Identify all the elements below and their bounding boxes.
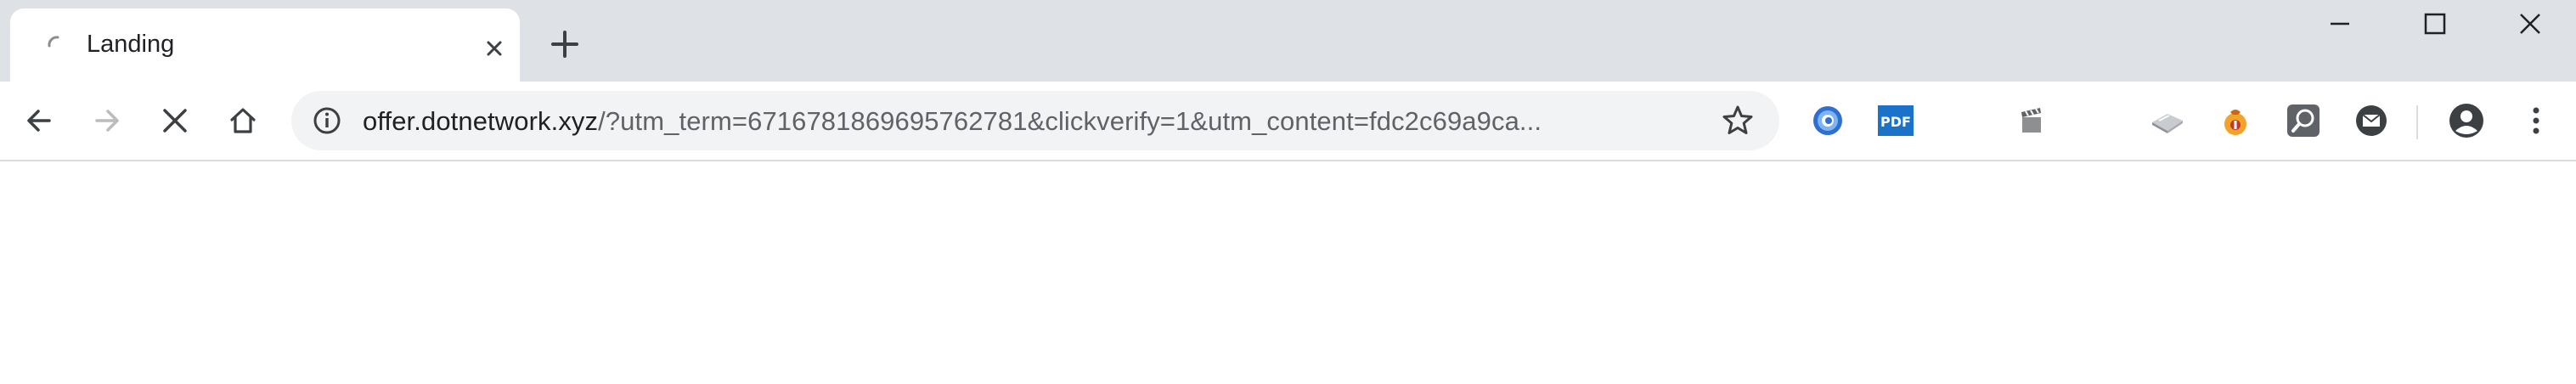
back-button[interactable] bbox=[17, 99, 61, 143]
minimize-icon bbox=[2331, 22, 2349, 25]
profile-button[interactable] bbox=[2444, 99, 2489, 143]
new-tab-button[interactable] bbox=[548, 27, 582, 61]
url-host: offer.dotnetwork.xyz bbox=[363, 106, 599, 136]
home-button[interactable] bbox=[221, 99, 265, 143]
close-tab-icon[interactable] bbox=[480, 34, 509, 63]
bookmark-star-icon[interactable] bbox=[1720, 103, 1756, 138]
account-icon bbox=[2449, 104, 2483, 138]
url-path: /?utm_term=6716781869695762781&clickveri… bbox=[598, 106, 1542, 136]
card-icon bbox=[2152, 114, 2183, 133]
pdf-icon: PDF bbox=[1878, 105, 1914, 136]
active-tab[interactable]: Landing bbox=[10, 8, 520, 82]
globe-extension-icon[interactable] bbox=[1809, 102, 1846, 139]
maximize-icon bbox=[2424, 13, 2446, 35]
home-icon bbox=[230, 108, 256, 133]
info-icon[interactable] bbox=[312, 105, 342, 136]
loading-spinner-icon bbox=[48, 36, 59, 48]
clapperboard-extension-icon[interactable] bbox=[2013, 102, 2050, 139]
minimize-button[interactable] bbox=[2293, 0, 2387, 48]
mail-icon bbox=[2356, 105, 2387, 136]
pdf-extension-icon[interactable]: PDF bbox=[1877, 102, 1914, 139]
toolbar-separator bbox=[2416, 105, 2418, 139]
address-bar[interactable]: offer.dotnetwork.xyz/?utm_term=671678186… bbox=[291, 91, 1779, 150]
page-content bbox=[0, 161, 2576, 384]
money-bag-extension-icon[interactable] bbox=[2217, 102, 2254, 139]
tab-strip: Landing bbox=[0, 0, 2576, 82]
stop-icon bbox=[163, 109, 187, 133]
arrow-left-icon bbox=[27, 110, 51, 132]
forward-button[interactable] bbox=[85, 99, 129, 143]
card-extension-icon[interactable] bbox=[2149, 102, 2186, 139]
stop-loading-button[interactable] bbox=[153, 99, 197, 143]
tab-title: Landing bbox=[87, 31, 175, 58]
money-bag-icon bbox=[2224, 110, 2246, 135]
mail-extension-icon[interactable] bbox=[2353, 102, 2390, 139]
close-icon bbox=[2520, 14, 2540, 34]
magnifier-icon bbox=[2287, 104, 2320, 137]
menu-button[interactable] bbox=[2514, 99, 2558, 143]
magnifier-extension-icon[interactable] bbox=[2285, 102, 2322, 139]
arrow-right-icon bbox=[95, 110, 119, 132]
clapperboard-icon bbox=[2021, 108, 2041, 133]
pdf-label: PDF bbox=[1880, 114, 1911, 130]
maximize-button[interactable] bbox=[2388, 0, 2482, 48]
globe-icon bbox=[1813, 106, 1842, 135]
browser-toolbar: offer.dotnetwork.xyz/?utm_term=671678186… bbox=[0, 82, 2576, 161]
url-text[interactable]: offer.dotnetwork.xyz/?utm_term=671678186… bbox=[363, 106, 1542, 137]
close-window-button[interactable] bbox=[2483, 0, 2576, 48]
more-vertical-icon bbox=[2533, 107, 2539, 134]
